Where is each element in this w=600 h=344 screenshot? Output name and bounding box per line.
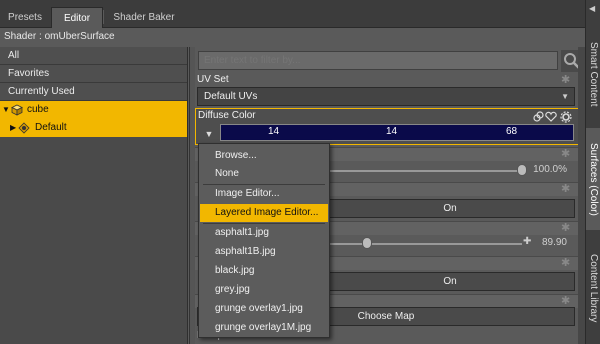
tab-presets[interactable]: Presets xyxy=(0,7,50,28)
menu-item-file[interactable]: grunge overlay1M.jpg xyxy=(200,319,328,337)
menu-item-file[interactable]: grey.jpg xyxy=(200,281,328,299)
tree-node-label: Default xyxy=(35,122,67,133)
menu-item-browse[interactable]: Browse... xyxy=(200,147,328,165)
cube-icon xyxy=(11,104,23,116)
menu-item-file[interactable]: black.jpg xyxy=(200,262,328,280)
list-item-currently-used[interactable]: Currently Used xyxy=(0,83,187,101)
texture-menu-button[interactable]: ▼ xyxy=(201,127,217,141)
list-item-favorites[interactable]: Favorites xyxy=(0,65,187,83)
list-item-all[interactable]: All xyxy=(0,47,187,65)
link-heart-gear-icons xyxy=(533,111,572,123)
plus-icon[interactable]: ✚ xyxy=(523,236,531,247)
menu-item-image-editor[interactable]: Image Editor... xyxy=(200,185,328,203)
tree-node-default[interactable]: ▶ Default xyxy=(0,119,187,137)
expanded-triangle-icon[interactable]: ▼ xyxy=(2,101,10,119)
menu-item-file[interactable]: asphalt1B.jpg xyxy=(200,243,328,261)
color-g-value: 14 xyxy=(386,126,398,137)
gear-icon[interactable]: ✱ xyxy=(561,221,570,234)
menu-item-layered-image-editor[interactable]: Layered Image Editor... xyxy=(200,204,328,222)
filter-input[interactable] xyxy=(198,51,558,70)
toggle-on-button[interactable]: On xyxy=(325,272,575,291)
slider-knob[interactable] xyxy=(517,164,527,176)
tab-bar: Presets Editor Shader Baker xyxy=(0,0,585,28)
menu-item-file[interactable]: grunge overlay1.jpg xyxy=(200,300,328,318)
slider-value[interactable]: 100.0% xyxy=(533,164,567,175)
chevron-left-icon[interactable]: ◀ xyxy=(589,4,595,13)
link-icon xyxy=(533,111,544,122)
gear-icon[interactable]: ✱ xyxy=(561,256,570,269)
tree-node-label: cube xyxy=(27,104,49,115)
slider-value[interactable]: 89.90 xyxy=(542,237,567,248)
gear-icon[interactable]: ✱ xyxy=(561,147,570,160)
toggle-on-button[interactable]: On xyxy=(325,199,575,218)
texture-popup-menu: Browse... None Image Editor... Layered I… xyxy=(198,143,330,338)
side-tab-smart-content[interactable]: Smart Content xyxy=(586,24,600,124)
slider-knob[interactable] xyxy=(362,237,372,249)
chevron-down-icon: ▼ xyxy=(561,92,569,101)
uvset-dropdown[interactable]: Default UVs ▼ xyxy=(197,87,575,106)
tab-editor[interactable]: Editor xyxy=(51,7,103,28)
gear-icon[interactable]: ✱ xyxy=(561,182,570,195)
gear-icon[interactable]: ✱ xyxy=(561,73,570,86)
diffuse-color-label: Diffuse Color xyxy=(198,110,256,121)
tree-node-cube[interactable]: ▼ cube xyxy=(0,101,187,119)
side-tab-strip: ◀ Smart Content Surfaces (Color) Content… xyxy=(585,0,600,344)
menu-item-file[interactable]: asphalt1.jpg xyxy=(200,224,328,242)
shader-label: Shader : omUberSurface xyxy=(0,28,585,46)
side-tab-surfaces[interactable]: Surfaces (Color) xyxy=(586,128,600,230)
slider-track[interactable] xyxy=(327,170,522,172)
menu-item-none[interactable]: None xyxy=(200,165,328,183)
side-tab-content-library[interactable]: Content Library xyxy=(586,234,600,342)
color-b-value: 68 xyxy=(506,126,518,137)
surface-icon xyxy=(18,122,30,134)
vertical-scrollbar[interactable] xyxy=(578,47,585,344)
color-r-value: 14 xyxy=(268,126,280,137)
heart-icon xyxy=(545,111,557,122)
surface-list-pane: All Favorites Currently Used ▼ cube ▶ De… xyxy=(0,47,188,344)
uvset-value: Default UVs xyxy=(204,91,258,102)
collapsed-triangle-icon[interactable]: ▶ xyxy=(10,119,16,137)
diffuse-color-property: Diffuse Color ▼ 14 14 68 xyxy=(195,108,579,145)
uvset-label: UV Set xyxy=(197,74,229,85)
tab-shader-baker[interactable]: Shader Baker xyxy=(104,7,184,28)
slider-track[interactable] xyxy=(327,243,522,245)
gear-icon xyxy=(560,111,572,123)
color-swatch[interactable]: 14 14 68 xyxy=(220,124,574,141)
gear-icon[interactable]: ✱ xyxy=(561,294,570,307)
